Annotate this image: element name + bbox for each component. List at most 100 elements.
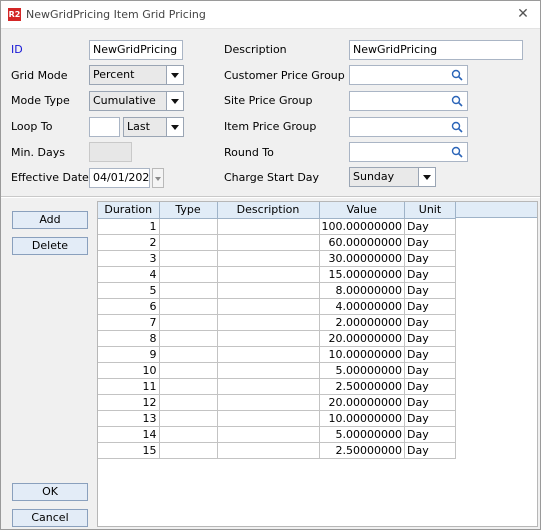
cell-type[interactable] (159, 250, 218, 267)
table-row[interactable]: 8 20.00000000 Day (98, 330, 456, 347)
table-row[interactable]: 2 60.00000000 Day (98, 234, 456, 251)
cell-duration[interactable]: 10 (98, 362, 160, 379)
cell-value[interactable]: 20.00000000 (319, 330, 405, 347)
pricing-grid[interactable]: Duration Type Description Value Unit 1 10… (97, 201, 538, 527)
cell-duration[interactable]: 15 (98, 442, 160, 459)
cell-type[interactable] (159, 362, 218, 379)
cell-duration[interactable]: 9 (98, 346, 160, 363)
cell-unit[interactable]: Day (404, 282, 456, 299)
cell-unit[interactable]: Day (404, 410, 456, 427)
cell-type[interactable] (159, 442, 218, 459)
cancel-button[interactable]: Cancel (12, 509, 88, 527)
close-icon[interactable]: ✕ (512, 4, 534, 24)
cell-description[interactable] (217, 282, 320, 299)
cell-value[interactable]: 100.00000000 (319, 218, 405, 235)
cell-unit[interactable]: Day (404, 218, 456, 235)
charge-start-day-select[interactable]: Sunday (349, 167, 436, 187)
cell-type[interactable] (159, 378, 218, 395)
cell-unit[interactable]: Day (404, 394, 456, 411)
cell-duration[interactable]: 11 (98, 378, 160, 395)
grid-mode-select[interactable]: Percent (89, 65, 184, 85)
cell-type[interactable] (159, 410, 218, 427)
cell-duration[interactable]: 14 (98, 426, 160, 443)
ok-button[interactable]: OK (12, 483, 88, 501)
table-row[interactable]: 10 5.00000000 Day (98, 362, 456, 379)
cell-description[interactable] (217, 378, 320, 395)
cell-type[interactable] (159, 266, 218, 283)
cell-description[interactable] (217, 298, 320, 315)
id-field[interactable]: NewGridPricing (89, 40, 183, 60)
table-row[interactable]: 6 4.00000000 Day (98, 298, 456, 315)
cell-type[interactable] (159, 218, 218, 235)
cell-type[interactable] (159, 298, 218, 315)
chevron-down-icon[interactable] (418, 167, 436, 187)
cell-unit[interactable]: Day (404, 362, 456, 379)
cell-unit[interactable]: Day (404, 234, 456, 251)
cell-type[interactable] (159, 346, 218, 363)
cell-value[interactable]: 30.00000000 (319, 250, 405, 267)
table-row[interactable]: 15 2.50000000 Day (98, 442, 456, 459)
cell-description[interactable] (217, 346, 320, 363)
search-icon[interactable] (451, 121, 463, 133)
column-header-type[interactable]: Type (159, 202, 218, 219)
cell-unit[interactable]: Day (404, 314, 456, 331)
cell-duration[interactable]: 4 (98, 266, 160, 283)
chevron-down-icon[interactable] (166, 65, 184, 85)
cell-unit[interactable]: Day (404, 378, 456, 395)
cell-unit[interactable]: Day (404, 442, 456, 459)
table-row[interactable]: 11 2.50000000 Day (98, 378, 456, 395)
delete-button[interactable]: Delete (12, 237, 88, 255)
site-price-group-field[interactable] (349, 91, 468, 111)
cell-type[interactable] (159, 314, 218, 331)
cell-description[interactable] (217, 410, 320, 427)
cell-value[interactable]: 5.00000000 (319, 362, 405, 379)
cell-duration[interactable]: 5 (98, 282, 160, 299)
cell-description[interactable] (217, 234, 320, 251)
chevron-down-icon[interactable] (166, 117, 184, 137)
table-row[interactable]: 12 20.00000000 Day (98, 394, 456, 411)
table-row[interactable]: 14 5.00000000 Day (98, 426, 456, 443)
cell-description[interactable] (217, 250, 320, 267)
search-icon[interactable] (451, 146, 463, 158)
table-row[interactable]: 4 15.00000000 Day (98, 266, 456, 283)
cell-value[interactable]: 15.00000000 (319, 266, 405, 283)
table-row[interactable]: 7 2.00000000 Day (98, 314, 456, 331)
cell-duration[interactable]: 2 (98, 234, 160, 251)
cell-description[interactable] (217, 330, 320, 347)
cell-duration[interactable]: 12 (98, 394, 160, 411)
chevron-down-icon[interactable] (166, 91, 184, 111)
cell-description[interactable] (217, 314, 320, 331)
cell-duration[interactable]: 7 (98, 314, 160, 331)
cell-description[interactable] (217, 266, 320, 283)
cell-duration[interactable]: 13 (98, 410, 160, 427)
date-picker-icon[interactable] (152, 168, 164, 188)
cell-type[interactable] (159, 282, 218, 299)
table-row[interactable]: 13 10.00000000 Day (98, 410, 456, 427)
cell-value[interactable]: 10.00000000 (319, 346, 405, 363)
column-header-value[interactable]: Value (319, 202, 405, 219)
cell-type[interactable] (159, 426, 218, 443)
cell-duration[interactable]: 3 (98, 250, 160, 267)
mode-type-select[interactable]: Cumulative (89, 91, 184, 111)
table-row[interactable]: 9 10.00000000 Day (98, 346, 456, 363)
cell-unit[interactable]: Day (404, 250, 456, 267)
cell-type[interactable] (159, 394, 218, 411)
search-icon[interactable] (451, 69, 463, 81)
cell-unit[interactable]: Day (404, 266, 456, 283)
round-to-field[interactable] (349, 142, 468, 162)
cell-type[interactable] (159, 234, 218, 251)
cell-description[interactable] (217, 218, 320, 235)
cell-value[interactable]: 5.00000000 (319, 426, 405, 443)
cell-unit[interactable]: Day (404, 426, 456, 443)
column-header-duration[interactable]: Duration (98, 202, 160, 219)
cell-description[interactable] (217, 394, 320, 411)
cell-value[interactable]: 2.50000000 (319, 378, 405, 395)
customer-price-group-field[interactable] (349, 65, 468, 85)
cell-value[interactable]: 8.00000000 (319, 282, 405, 299)
cell-type[interactable] (159, 330, 218, 347)
cell-duration[interactable]: 8 (98, 330, 160, 347)
cell-duration[interactable]: 6 (98, 298, 160, 315)
effective-date-field[interactable]: 04/01/2021 (89, 168, 150, 188)
table-row[interactable]: 3 30.00000000 Day (98, 250, 456, 267)
loop-to-field[interactable] (89, 117, 120, 137)
